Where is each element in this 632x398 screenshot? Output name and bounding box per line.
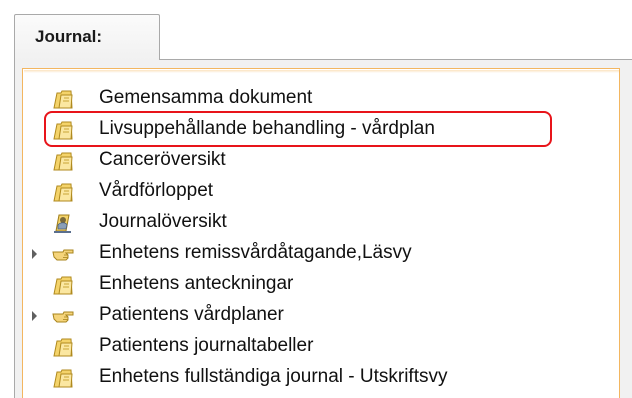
tree-item-label: Enhetens anteckningar <box>99 273 294 294</box>
tree-item-vardforloppet[interactable]: Vårdförloppet <box>23 176 621 207</box>
journal-overview-icon <box>51 211 75 235</box>
tree-item-gemensamma-dokument[interactable]: Gemensamma dokument <box>23 83 621 114</box>
folder-document-icon <box>51 149 75 173</box>
selection-highlight <box>44 111 552 147</box>
tree-item-label: Gemensamma dokument <box>99 87 313 108</box>
folder-document-icon <box>51 180 75 204</box>
tab-journal-label: Journal: <box>35 27 103 46</box>
folder-document-icon <box>51 273 75 297</box>
folder-document-icon <box>51 335 75 359</box>
tree-item-label: Enhetens fullständiga journal - Utskrift… <box>99 366 448 387</box>
expand-arrow-icon[interactable] <box>32 311 37 321</box>
tree-item-label: Enhetens remissvårdåtagande,Läsvy <box>99 242 412 263</box>
tree-item-enhetens-fullstandiga-journal[interactable]: Enhetens fullständiga journal - Utskrift… <box>23 362 621 393</box>
tree-item-enhetens-anteckningar[interactable]: Enhetens anteckningar <box>23 269 621 300</box>
tree-focus-glow <box>24 70 619 73</box>
hand-pointing-icon <box>51 242 75 266</box>
tree-item-journaloversikt[interactable]: Journalöversikt <box>23 207 621 238</box>
journal-screen: Journal: Gemensamma dokument Livsuppehål… <box>0 0 632 398</box>
tree-item-label: Patientens journaltabeller <box>99 335 314 356</box>
folder-document-icon <box>51 366 75 390</box>
expand-arrow-icon[interactable] <box>32 249 37 259</box>
tab-strip: Journal: <box>0 0 632 60</box>
tree-item-label: Patientens vårdplaner <box>99 304 284 325</box>
tree-item-canceroversikt[interactable]: Canceröversikt <box>23 145 621 176</box>
tree-item-patientens-vardplaner[interactable]: Patientens vårdplaner <box>23 300 621 331</box>
hand-pointing-icon <box>51 304 75 328</box>
tree-item-label: Journalöversikt <box>99 211 227 232</box>
tree-item-label: Vårdförloppet <box>99 180 214 201</box>
tree-item-label: Canceröversikt <box>99 149 226 170</box>
folder-document-icon <box>51 87 75 111</box>
tab-journal[interactable]: Journal: <box>14 14 160 60</box>
tree-item-enhetens-remissvardatagande[interactable]: Enhetens remissvårdåtagande,Läsvy <box>23 238 621 269</box>
tree-item-patientens-journaltabeller[interactable]: Patientens journaltabeller <box>23 331 621 362</box>
